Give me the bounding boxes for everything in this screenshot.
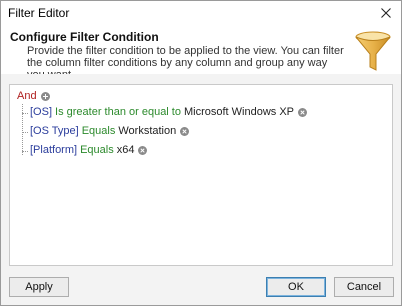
filter-content-area: And [OS] Is greater than or equal to Mic… <box>1 74 401 270</box>
remove-circle-icon[interactable] <box>298 107 308 117</box>
condition-value[interactable]: Microsoft Windows XP <box>184 106 294 118</box>
page-title: Configure Filter Condition <box>10 30 159 44</box>
dialog-footer: Apply OK Cancel <box>1 270 401 305</box>
cancel-button[interactable]: Cancel <box>334 277 394 297</box>
tree-connector <box>22 104 23 155</box>
filter-tree: And [OS] Is greater than or equal to Mic… <box>9 84 393 266</box>
group-operator[interactable]: And <box>17 90 37 102</box>
close-button[interactable] <box>371 1 401 24</box>
condition-field[interactable]: [OS Type] <box>30 125 79 137</box>
filter-editor-window: Filter Editor Configure Filter Condition… <box>0 0 402 306</box>
condition-operator[interactable]: Equals <box>82 125 116 137</box>
condition-row: [OS] Is greater than or equal to Microso… <box>30 106 308 118</box>
remove-circle-icon[interactable] <box>138 145 148 155</box>
group-node: And <box>17 90 50 102</box>
condition-operator[interactable]: Equals <box>80 144 114 156</box>
title-bar: Filter Editor <box>1 1 401 24</box>
condition-value[interactable]: Workstation <box>118 125 176 137</box>
window-title: Filter Editor <box>8 6 70 20</box>
condition-operator[interactable]: Is greater than or equal to <box>55 106 181 118</box>
close-icon <box>381 7 391 18</box>
condition-value[interactable]: x64 <box>117 144 135 156</box>
add-circle-icon[interactable] <box>40 91 50 101</box>
condition-row: [OS Type] Equals Workstation <box>30 125 190 137</box>
tree-connector <box>22 151 28 152</box>
condition-row: [Platform] Equals x64 <box>30 144 148 156</box>
condition-field[interactable]: [Platform] <box>30 144 77 156</box>
apply-button[interactable]: Apply <box>9 277 69 297</box>
ok-button[interactable]: OK <box>266 277 326 297</box>
header-panel: Configure Filter Condition Provide the f… <box>1 24 401 81</box>
tree-connector <box>22 113 28 114</box>
tree-connector <box>22 132 28 133</box>
condition-field[interactable]: [OS] <box>30 106 52 118</box>
funnel-icon <box>355 31 391 71</box>
remove-circle-icon[interactable] <box>180 126 190 136</box>
